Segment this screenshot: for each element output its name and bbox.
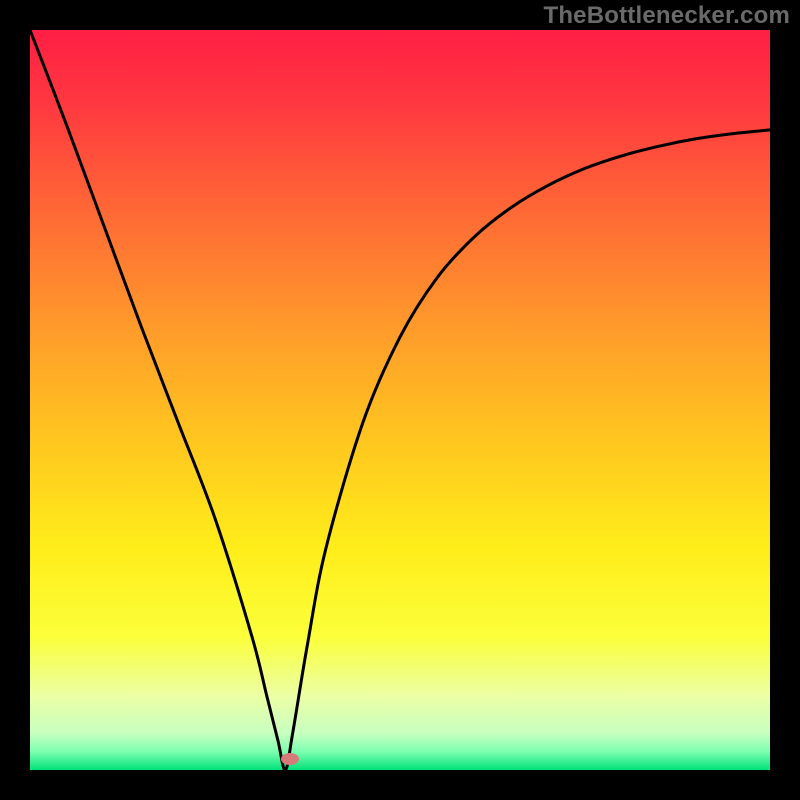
curve-layer xyxy=(30,30,770,770)
bottleneck-curve xyxy=(30,30,770,770)
chart-frame: TheBottlenecker.com xyxy=(0,0,800,800)
plot-area xyxy=(30,30,770,770)
optimum-marker xyxy=(281,753,299,765)
watermark-text: TheBottlenecker.com xyxy=(543,2,790,30)
